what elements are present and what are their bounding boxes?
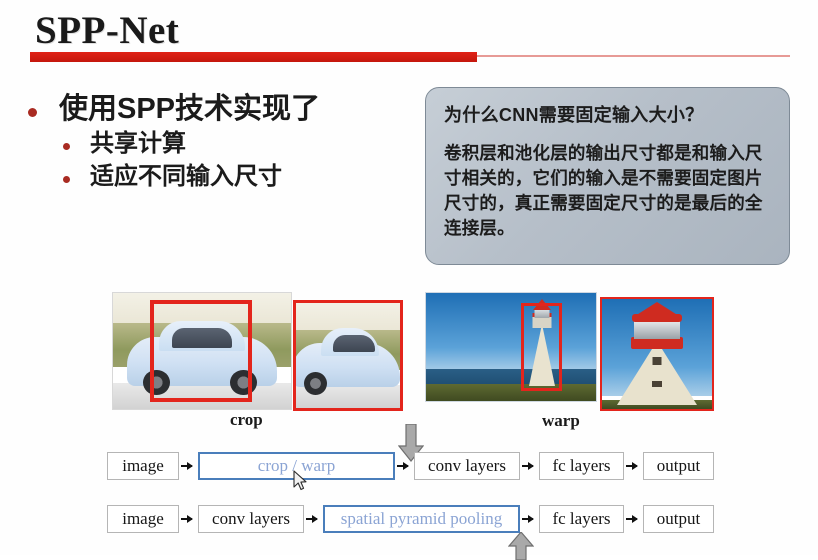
flow-r2-image-box[interactable]: image — [107, 505, 179, 533]
lighthouse-warp-cap-shape — [631, 337, 683, 349]
lighthouse-warp-lamp-shape — [634, 321, 680, 339]
car-crop-wheel — [304, 372, 328, 396]
car-photo-sky — [113, 293, 291, 332]
car-crop-road — [296, 384, 400, 408]
flow-r2-arrow-3 — [522, 505, 534, 533]
mouse-cursor-icon — [293, 470, 307, 491]
flow-r1-fc-layers-box[interactable]: fc layers — [539, 452, 624, 480]
red-crop-box — [150, 299, 252, 403]
bullet-sub-1-label: 共享计算 — [90, 130, 186, 158]
car-crop-field — [296, 330, 400, 371]
lighthouse-roof-shape — [532, 298, 551, 310]
car-body-shape — [127, 337, 277, 386]
car-photo-road — [113, 383, 291, 409]
bullet-dot-icon — [63, 176, 70, 184]
car-photo — [112, 292, 292, 410]
flow-r1-image-box[interactable]: image — [107, 452, 179, 480]
bullet-dot-icon — [28, 108, 37, 117]
flow-r2-spp-box[interactable]: spatial pyramid pooling — [323, 505, 520, 533]
callout-box: 为什么CNN需要固定输入大小？ 卷积层和池化层的输出尺寸都是和输入尺寸相关的，它… — [425, 87, 790, 265]
car-crop-roof-shape — [320, 328, 380, 356]
lighthouse-warp-door-shape — [652, 381, 662, 387]
lighthouse-warp-sky — [602, 299, 712, 396]
lighthouse-photo-sky — [426, 293, 596, 371]
lighthouse-photo — [425, 292, 597, 402]
title-rule-thin — [477, 55, 790, 57]
bullet-sub-1: 共享计算 — [28, 129, 418, 159]
page-title: SPP-Net — [35, 9, 180, 52]
car-wheel-front — [143, 369, 170, 396]
flow-r1-conv-layers-box[interactable]: conv layers — [414, 452, 520, 480]
flow-r2-output-box[interactable]: output — [643, 505, 714, 533]
flow-r2-arrow-1 — [181, 505, 193, 533]
lighthouse-warp-dome-shape — [635, 302, 679, 316]
bullet-sub-2-label: 适应不同输入尺寸 — [90, 163, 282, 191]
lighthouse-warp-ground — [602, 400, 712, 409]
caption-warp: warp — [542, 411, 580, 430]
car-crop-sky — [296, 303, 400, 338]
car-crop-window-shape — [333, 334, 376, 353]
bullet-dot-icon — [63, 143, 70, 151]
lighthouse-warped-photo — [600, 297, 714, 411]
flow-r1-output-box[interactable]: output — [643, 452, 714, 480]
car-window-shape — [171, 327, 233, 348]
bullet-main: 使用SPP技术实现了 — [28, 92, 418, 127]
red-crop-box — [521, 302, 562, 392]
lighthouse-warp-ring-shape — [632, 314, 682, 322]
flow-r2-fc-layers-box[interactable]: fc layers — [539, 505, 624, 533]
lighthouse-cap-shape — [532, 312, 552, 328]
flow-r1-arrow-4 — [626, 452, 638, 480]
lighthouse-photo-grass — [426, 383, 596, 401]
lighthouse-photo-sea — [426, 368, 596, 385]
lighthouse-warp-tower-shape — [617, 340, 697, 405]
flow-r2-arrow-4 — [626, 505, 638, 533]
slide-canvas: SPP-Net 使用SPP技术实现了 共享计算 适应不同输入尺寸 为什么CNN需… — [0, 0, 818, 560]
callout-question: 为什么CNN需要固定输入大小？ — [444, 105, 704, 125]
car-roof-shape — [159, 320, 245, 351]
car-cropped-photo — [293, 300, 403, 411]
bullet-list: 使用SPP技术实现了 共享计算 适应不同输入尺寸 — [28, 92, 418, 195]
caption-crop: crop — [230, 410, 263, 429]
title-rule-thick — [30, 52, 477, 62]
bullet-sub-2: 适应不同输入尺寸 — [28, 162, 418, 192]
lighthouse-tower-shape — [528, 323, 555, 386]
flow-r1-arrow-2 — [397, 452, 409, 480]
flow-r2-arrow-2 — [306, 505, 318, 533]
car-wheel-rear — [230, 369, 258, 396]
car-crop-body-shape — [296, 342, 400, 387]
flow-r1-arrow-3 — [522, 452, 534, 480]
flow-r2-conv-layers-box[interactable]: conv layers — [198, 505, 304, 533]
up-block-arrow-icon — [508, 532, 534, 560]
callout-body: 卷积层和池化层的输出尺寸都是和输入尺寸相关的，它们的输入是不需要固定图片尺寸的，… — [444, 143, 763, 238]
flow-r1-arrow-1 — [181, 452, 193, 480]
bullet-main-label: 使用SPP技术实现了 — [59, 93, 321, 125]
car-photo-field — [113, 323, 291, 368]
lighthouse-warp-window-shape — [652, 357, 662, 365]
lighthouse-lamp-shape — [534, 308, 550, 318]
